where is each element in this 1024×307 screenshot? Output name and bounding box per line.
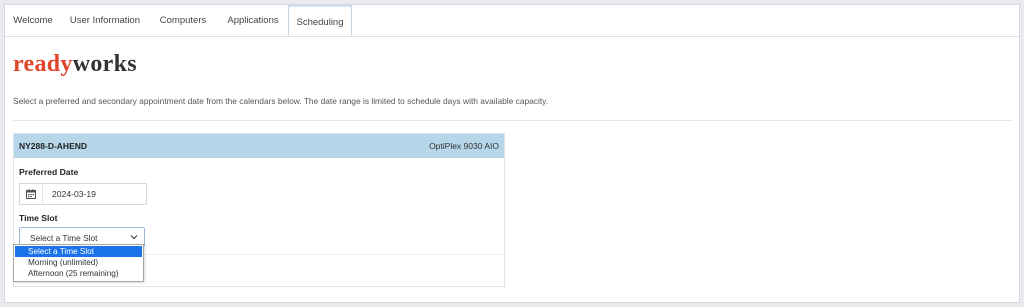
computer-name: NY288-D-AHEND [19,141,88,151]
logo-works-text: works [72,51,137,77]
time-slot-dropdown: Select a Time Slot Morning (unlimited) A… [13,244,144,282]
calendar-icon[interactable] [20,184,43,204]
tab-welcome[interactable]: Welcome [5,5,61,36]
card-header: NY288-D-AHEND OptiPlex 9030 AIO [14,134,504,158]
tab-user-information[interactable]: User Information [61,5,149,36]
logo-ready-text: ready [13,51,73,77]
time-slot-option[interactable]: Afternoon (25 remaining) [15,268,142,279]
readyworks-logo: readyworks [13,51,137,78]
tab-computers[interactable]: Computers [149,5,217,36]
time-slot-label: Time Slot [19,213,58,223]
scheduling-instructions: Select a preferred and secondary appoint… [13,96,549,106]
computer-model: OptiPlex 9030 AIO [429,141,499,151]
tab-bar: Welcome User Information Computers Appli… [5,5,1019,37]
app-frame: Welcome User Information Computers Appli… [4,4,1020,303]
time-slot-option[interactable]: Select a Time Slot [15,246,142,257]
preferred-date-field[interactable]: 2024-03-19 [19,183,147,205]
time-slot-option[interactable]: Morning (unlimited) [15,257,142,268]
tab-scheduling[interactable]: Scheduling [288,5,352,36]
tab-applications[interactable]: Applications [217,5,289,36]
preferred-date-value: 2024-03-19 [52,189,96,199]
divider [13,120,1013,121]
time-slot-selected-value: Select a Time Slot [30,233,98,243]
preferred-date-label: Preferred Date [19,167,79,177]
chevron-down-icon [130,235,138,240]
